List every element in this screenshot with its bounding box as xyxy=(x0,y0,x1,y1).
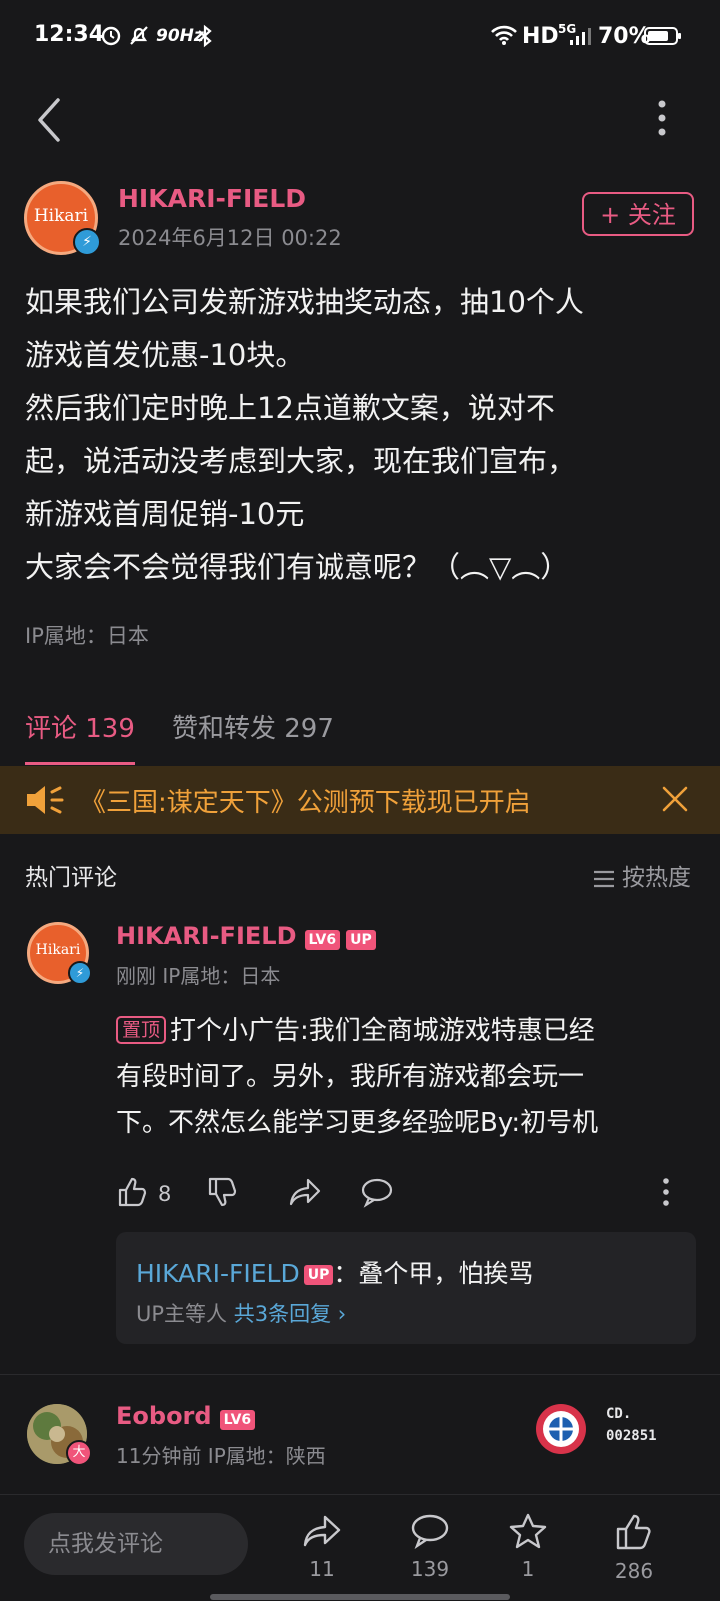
home-indicator[interactable] xyxy=(210,1594,510,1600)
signal-icon xyxy=(568,26,592,46)
sort-label: 按热度 xyxy=(622,865,691,891)
comment-actions: 8 xyxy=(116,1176,696,1216)
notice-banner[interactable]: 《三国:谋定天下》公测预下载现已开启 xyxy=(0,766,720,834)
level-badge: LV6 xyxy=(304,929,341,950)
post-line: 如果我们公司发新游戏抽奖动态，抽10个人 xyxy=(25,285,584,319)
fan-card[interactable]: CD. 002851 xyxy=(534,1402,694,1456)
more-options-button[interactable] xyxy=(650,96,674,144)
thumbs-up-icon xyxy=(614,1513,654,1551)
comment-header: HIKARI-FIELD LV6 UP xyxy=(116,922,376,950)
avatar-logo-text: Hikari xyxy=(35,942,81,958)
reply-text: ：叠个甲，怕挨骂 xyxy=(333,1259,534,1288)
active-tab-indicator xyxy=(25,762,135,765)
speaker-icon xyxy=(24,782,66,818)
comment-meta: 11分钟前 IP属地：陕西 xyxy=(116,1444,326,1468)
verified-icon: ⚡ xyxy=(68,961,92,985)
comment-body[interactable]: 置顶 打个小广告:我们全商城游戏特惠已经 有段时间了。另外，我所有游戏都会玩一 下… xyxy=(116,1008,676,1146)
share-button[interactable] xyxy=(288,1176,322,1208)
author-avatar[interactable]: Hikari ⚡ xyxy=(24,181,101,256)
reply-author-name[interactable]: HIKARI-FIELD xyxy=(136,1259,300,1288)
comment-icon xyxy=(410,1513,450,1549)
forward-action[interactable]: 11 xyxy=(282,1513,362,1581)
tab-comments[interactable]: 评论 139 xyxy=(25,708,135,745)
like-action[interactable]: 286 xyxy=(594,1513,674,1583)
forward-count: 11 xyxy=(309,1557,335,1581)
notice-text[interactable]: 《三国:谋定天下》公测预下载现已开启 xyxy=(80,782,531,819)
alarm-icon xyxy=(100,24,122,46)
comment-line: 下。不然怎么能学习更多经验呢By:初号机 xyxy=(116,1108,599,1138)
close-icon[interactable] xyxy=(660,784,690,814)
comment-author-name[interactable]: HIKARI-FIELD xyxy=(116,922,297,950)
club-badge-icon xyxy=(534,1402,588,1456)
like-count: 286 xyxy=(614,1559,654,1583)
reply-button[interactable] xyxy=(360,1176,394,1208)
comment-avatar[interactable]: Hikari ⚡ xyxy=(27,922,92,985)
dislike-button[interactable] xyxy=(206,1176,238,1208)
bottom-bar: 点我发评论 11 139 1 286 xyxy=(0,1494,720,1601)
post-date: 2024年6月12日 00:22 xyxy=(118,226,342,250)
comment-input[interactable]: 点我发评论 xyxy=(24,1513,248,1575)
post-ip-location: IP属地：日本 xyxy=(25,624,149,648)
comment-action[interactable]: 139 xyxy=(390,1513,470,1581)
comment-header: Eobord LV6 xyxy=(116,1402,256,1430)
reply-line: HIKARI-FIELD UP ：叠个甲，怕挨骂 xyxy=(136,1254,533,1290)
up-badge: UP xyxy=(303,1265,334,1285)
fan-card-line1: CD. xyxy=(606,1406,632,1422)
reply-summary: UP主等人 共3条回复 › xyxy=(136,1298,346,1328)
up-badge: UP xyxy=(346,929,376,950)
sort-button[interactable]: 按热度 xyxy=(592,858,691,892)
share-icon xyxy=(302,1513,342,1549)
post-author-name[interactable]: HIKARI-FIELD xyxy=(118,184,306,213)
back-button[interactable] xyxy=(30,92,70,148)
comment-count: 139 xyxy=(410,1557,450,1581)
verified-icon: ⚡ xyxy=(73,228,101,256)
favorite-count: 1 xyxy=(521,1557,535,1581)
comment-divider xyxy=(0,1374,720,1375)
like-count: 8 xyxy=(158,1182,172,1206)
star-icon xyxy=(508,1513,548,1549)
vip-badge: 大 xyxy=(66,1440,92,1466)
post-line: 新游戏首周促销-10元 xyxy=(25,497,305,531)
comment-line: 有段时间了。另外，我所有游戏都会玩一 xyxy=(116,1062,585,1092)
comment-more-button[interactable] xyxy=(658,1176,674,1208)
reply-summary-prefix: UP主等人 xyxy=(136,1302,228,1326)
post-line: 游戏首发优惠-10块。 xyxy=(25,338,305,372)
status-time: 12:34 xyxy=(34,22,105,47)
status-bar: 12:34 90Hz HD 5G 70% xyxy=(0,0,720,72)
favorite-action[interactable]: 1 xyxy=(488,1513,568,1581)
hd-indicator: HD xyxy=(522,24,559,49)
post-line: 大家会不会觉得我们有诚意呢？（︵▽︵） xyxy=(25,550,570,584)
bluetooth-icon xyxy=(196,24,214,48)
sort-icon xyxy=(592,869,616,889)
mute-icon xyxy=(128,24,150,46)
avatar-logo-text: Hikari xyxy=(33,206,89,226)
post-body: 如果我们公司发新游戏抽奖动态，抽10个人 游戏首发优惠-10块。 然后我们定时晚… xyxy=(25,276,695,594)
comment-author-name[interactable]: Eobord xyxy=(116,1402,212,1430)
hot-comments-title: 热门评论 xyxy=(25,865,117,891)
follow-button[interactable]: + 关注 xyxy=(582,192,694,236)
pinned-badge: 置顶 xyxy=(116,1016,167,1044)
level-badge: LV6 xyxy=(219,1409,256,1430)
post-line: 起，说活动没考虑到大家，现在我们宣布， xyxy=(25,444,577,478)
battery-percent: 70% xyxy=(598,24,651,49)
reply-preview[interactable]: HIKARI-FIELD UP ：叠个甲，怕挨骂 UP主等人 共3条回复 › xyxy=(116,1232,696,1344)
battery-icon xyxy=(644,26,682,46)
post-line: 然后我们定时晚上12点道歉文案，说对不 xyxy=(25,391,555,425)
like-button[interactable] xyxy=(116,1176,148,1208)
wifi-icon xyxy=(490,24,518,46)
comment-meta: 刚刚 IP属地：日本 xyxy=(116,964,281,988)
fan-card-number: 002851 xyxy=(606,1428,657,1444)
view-replies-link[interactable]: 共3条回复 › xyxy=(234,1302,346,1326)
comment-line: 打个小广告:我们全商城游戏特惠已经 xyxy=(170,1016,595,1046)
tab-bar: 评论 139 赞和转发 297 xyxy=(0,700,720,766)
tab-likes-forwards[interactable]: 赞和转发 297 xyxy=(172,708,334,745)
